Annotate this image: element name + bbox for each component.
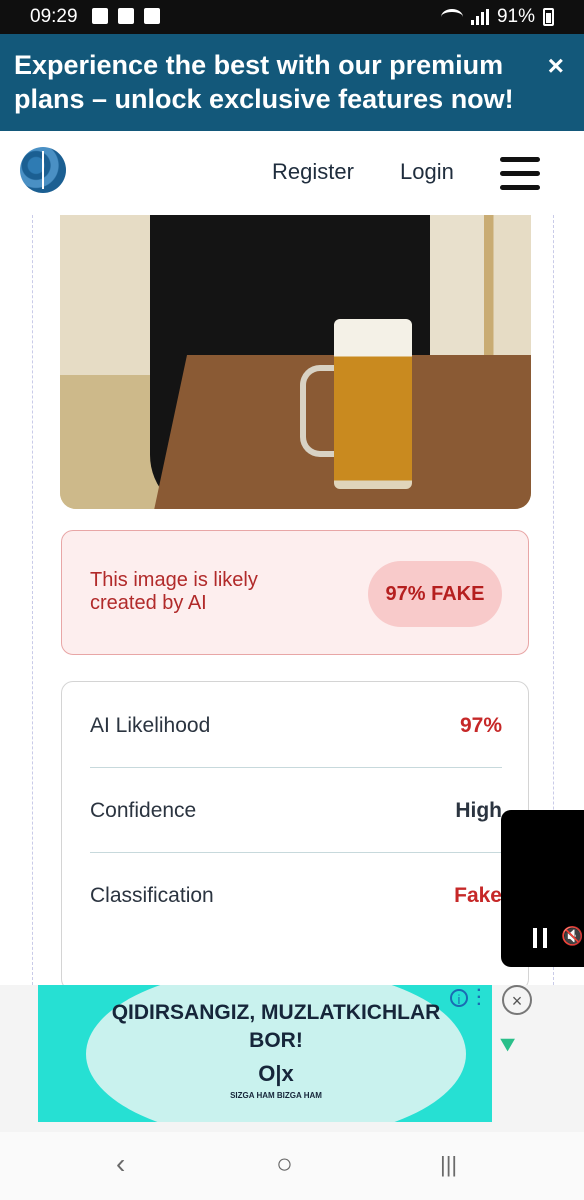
- ad-tagline: SIZGA HAM BIZGA HAM: [230, 1091, 322, 1100]
- image-notification-icon: [92, 8, 108, 24]
- detail-value: 97%: [459, 714, 502, 737]
- olx-ad-banner[interactable]: QIDIRSANGIZ, MUZLATKICHLAR BOR! O|x SIZG…: [38, 985, 492, 1122]
- ad-container: QIDIRSANGIZ, MUZLATKICHLAR BOR! O|x SIZG…: [0, 985, 584, 1132]
- verdict-box: This image is likely created by AI 97% F…: [61, 530, 529, 655]
- register-link[interactable]: Register: [272, 159, 354, 185]
- hamburger-menu-icon[interactable]: [500, 157, 540, 191]
- recents-button[interactable]: |||: [440, 1152, 457, 1178]
- signal-icon: [470, 9, 489, 25]
- pause-icon[interactable]: [533, 928, 547, 948]
- detail-label: Classification: [90, 884, 214, 907]
- ad-headline: QIDIRSANGIZ, MUZLATKICHLAR BOR!: [111, 1001, 441, 1052]
- notification-icons: [92, 6, 160, 24]
- mute-icon[interactable]: 🔇: [561, 926, 583, 947]
- site-header: Register Login: [0, 131, 584, 215]
- back-button[interactable]: ‹: [116, 1148, 125, 1180]
- system-icons: 91%: [440, 6, 554, 28]
- verdict-message: This image is likely created by AI: [90, 569, 258, 614]
- promo-banner: Experience the best with our premium pla…: [0, 34, 584, 131]
- brain-logo-icon[interactable]: [20, 147, 66, 193]
- detail-label: AI Likelihood: [90, 714, 211, 737]
- promo-text: Experience the best with our premium pla…: [14, 50, 514, 114]
- fake-score-badge: 97% FAKE: [368, 561, 502, 627]
- detail-value: Fake: [454, 884, 502, 907]
- battery-percent: 91%: [496, 6, 535, 27]
- home-button[interactable]: ○: [276, 1148, 293, 1180]
- detail-value: High: [455, 799, 502, 822]
- ad-close-button[interactable]: ×: [502, 985, 532, 1015]
- detail-label: Confidence: [90, 799, 197, 822]
- photo-beer-mug: [334, 319, 412, 489]
- ad-info-icon[interactable]: i: [450, 989, 468, 1007]
- detail-row-ai-likelihood: AI Likelihood 97%: [90, 682, 502, 768]
- column-divider-left: [32, 215, 33, 985]
- ad-options-icon[interactable]: · · ·: [477, 985, 482, 1013]
- login-link[interactable]: Login: [400, 159, 454, 185]
- floating-video-player[interactable]: 🔇: [501, 810, 584, 967]
- status-time: 09:29: [30, 6, 78, 27]
- olx-logo: O|x: [258, 1061, 294, 1086]
- status-bar: 09:29 91%: [0, 0, 584, 34]
- detail-row-confidence: Confidence High: [90, 767, 502, 853]
- details-card: AI Likelihood 97% Confidence High Classi…: [61, 681, 529, 991]
- folder-notification-icon: [144, 8, 160, 24]
- ad-network-logo-icon[interactable]: ⯆: [498, 1033, 517, 1061]
- wifi-icon: [440, 9, 463, 25]
- analyzed-photo: [60, 215, 531, 509]
- android-nav-bar: ‹ ○ |||: [0, 1132, 584, 1200]
- promo-close-button[interactable]: ×: [548, 50, 564, 82]
- hand-notification-icon: [118, 8, 134, 24]
- detail-row-classification: Classification Fake: [90, 852, 502, 937]
- battery-icon: [543, 8, 554, 26]
